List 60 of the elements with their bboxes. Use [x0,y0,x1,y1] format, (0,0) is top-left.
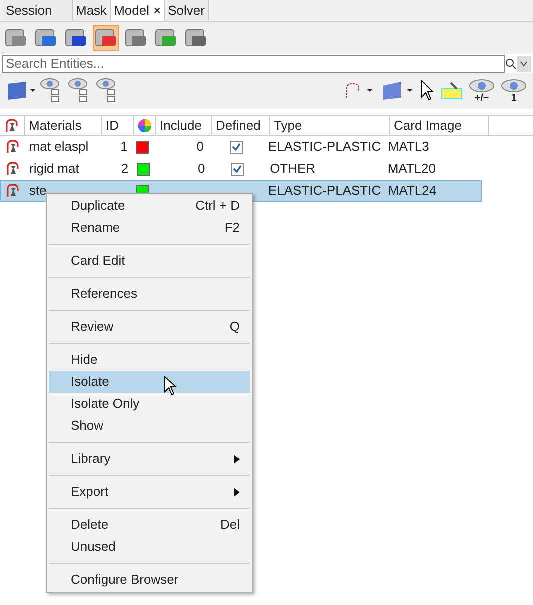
material-outline-icon[interactable] [345,82,375,100]
material-icon [5,139,22,155]
table-cell: 0 [198,161,206,176]
eye-icon[interactable] [469,78,495,94]
table-cell-text: ste [28,182,48,200]
table-cell: MATL3 [388,139,430,154]
menu-item[interactable]: Delete Del [49,514,250,536]
checkbox[interactable] [230,140,243,154]
component-icon[interactable] [381,80,415,102]
table-cell: 2 [121,161,129,176]
cursor-icon[interactable] [421,80,435,102]
dropdown-icon[interactable] [520,61,528,67]
menu-item[interactable]: Hide [49,349,250,371]
cursor-icon [164,376,178,396]
column-header[interactable]: ID [102,116,134,135]
eye-label: 1 [511,94,517,104]
table-cell: 0 [196,139,204,154]
menu-item[interactable]: Isolate [49,371,250,393]
material-icon [5,161,22,177]
search-icon [505,58,517,70]
toolbar-button[interactable] [93,25,119,51]
menu-item[interactable]: Show [49,415,250,437]
checkbox[interactable] [231,162,244,176]
column-header[interactable]: Defined [212,116,270,135]
table-cell: MATL20 [388,161,436,176]
column-header[interactable]: Card Image [390,116,489,135]
column-header[interactable]: Include [156,116,212,135]
close-icon[interactable]: × [153,0,162,20]
table-cell: ELASTIC-PLASTIC [268,139,382,154]
menu-item[interactable]: Isolate Only [49,393,250,415]
table-cell: 1 [120,139,128,154]
menu-item[interactable]: Configure Browser [49,569,250,591]
table-cell-text: mat elaspl [28,138,90,156]
material-icon [4,118,20,134]
menu-item[interactable]: Library [49,448,250,470]
tab[interactable]: Session [3,0,73,21]
menu-item[interactable]: Unused [49,536,250,558]
menu-item[interactable]: References [49,283,250,305]
display-icon[interactable] [6,80,36,102]
menu-item[interactable]: Card Edit [49,250,250,272]
tab[interactable]: Solver [165,0,209,21]
table-cell: OTHER [270,161,316,176]
table-cell: MATL24 [388,183,437,198]
table-cell-text: rigid mat [28,160,80,178]
menu-item[interactable]: Rename F2 [49,217,250,239]
column-header[interactable]: Type [270,116,390,135]
search-field[interactable]: Search Entities... [2,55,505,73]
eye-label: +/− [474,94,490,104]
tab[interactable]: Mask [73,0,112,21]
table-row[interactable]: rigid mat 2 0 OTHER MATL20 [0,158,482,180]
material-icon [5,183,22,199]
tab[interactable]: Model × [111,0,166,21]
menu-item[interactable]: Export [49,481,250,503]
highlight-icon[interactable] [441,81,463,101]
table-cell: ELASTIC-PLASTIC [268,183,382,198]
eye-icon[interactable] [501,78,527,94]
color-wheel-icon[interactable] [138,118,152,132]
table-row[interactable]: mat elaspl 1 0 ELASTIC-PLASTIC MATL3 [0,136,482,158]
column-header[interactable]: Materials [25,116,102,135]
menu-item[interactable]: Review Q [49,316,250,338]
